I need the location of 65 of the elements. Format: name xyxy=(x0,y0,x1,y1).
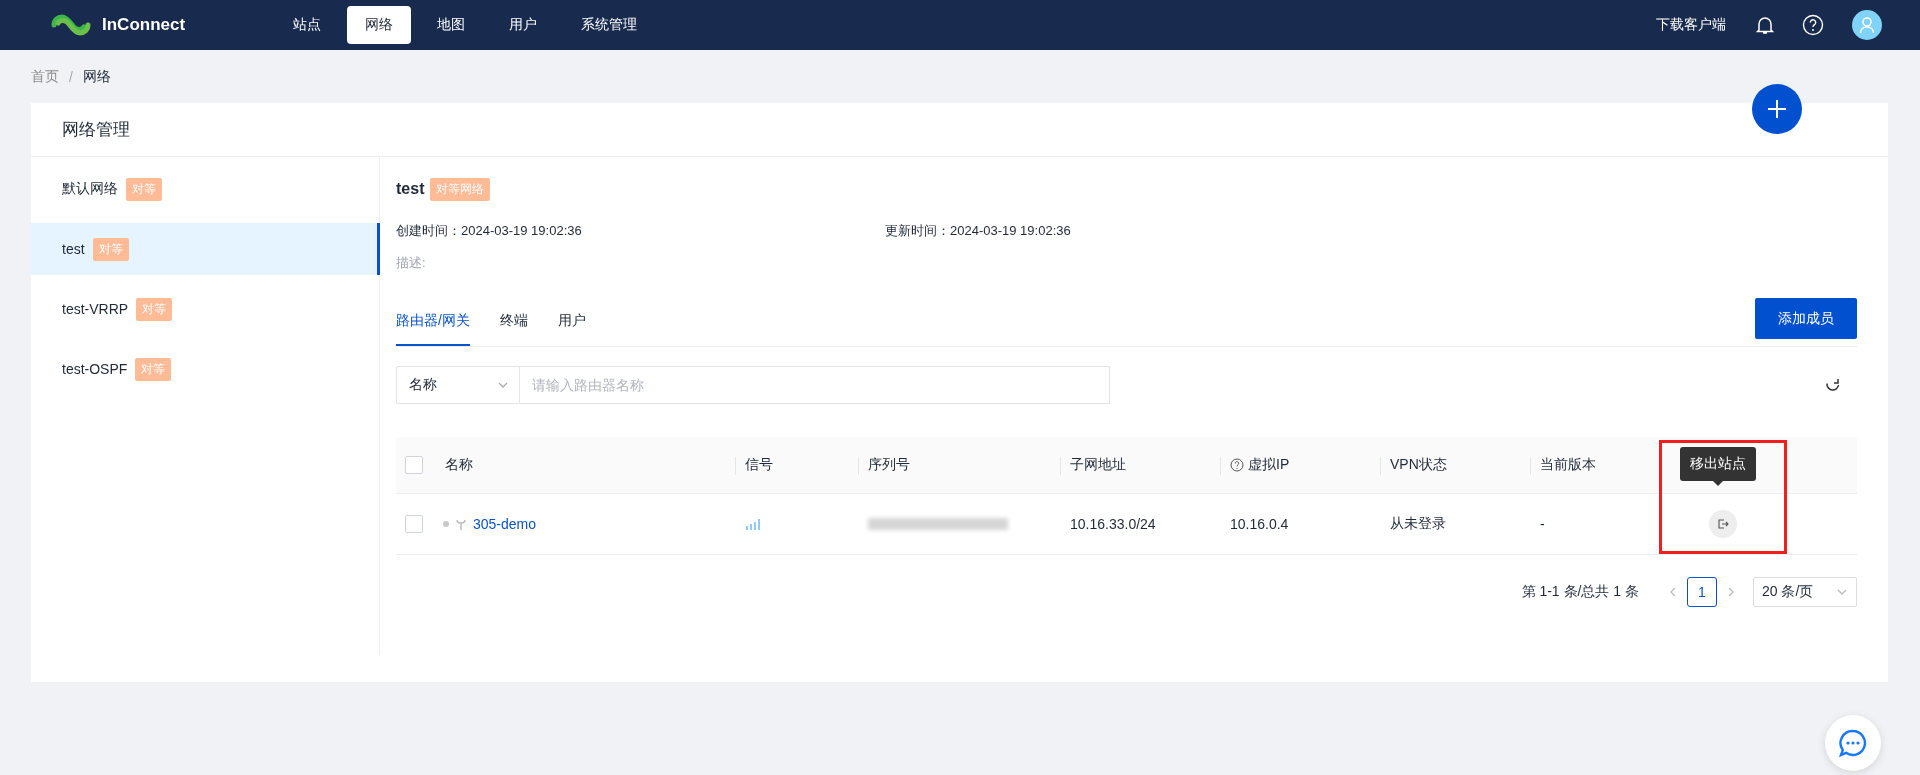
add-button[interactable] xyxy=(1752,84,1802,134)
nav-item[interactable]: 站点 xyxy=(275,6,339,44)
page-size-select[interactable]: 20 条/页 xyxy=(1753,577,1857,607)
updated-time: 更新时间：2024-03-19 19:02:36 xyxy=(885,222,1072,240)
column-header: 当前版本 xyxy=(1540,456,1596,474)
tab[interactable]: 终端 xyxy=(499,298,528,346)
select-all-checkbox[interactable] xyxy=(405,456,423,474)
breadcrumb-item: 网络 xyxy=(82,67,111,86)
nav-item[interactable]: 用户 xyxy=(491,6,555,44)
nav-item[interactable]: 地图 xyxy=(419,6,483,44)
avatar[interactable] xyxy=(1852,10,1882,40)
network-list-item[interactable]: test-OSPF 对等 xyxy=(31,343,380,395)
help-icon[interactable] xyxy=(1802,14,1824,36)
tab[interactable]: 用户 xyxy=(557,298,586,346)
pagination-summary: 第 1-1 条/总共 1 条 xyxy=(1521,583,1639,601)
page-button[interactable]: 1 xyxy=(1687,577,1717,607)
nav-item[interactable]: 系统管理 xyxy=(563,6,655,44)
chat-button[interactable] xyxy=(1825,715,1881,771)
search-field[interactable]: 请输入路由器名称 xyxy=(520,366,1110,404)
refresh-icon[interactable] xyxy=(1825,377,1841,393)
logo-text: InConnect xyxy=(102,15,186,35)
table-cell-text: 10.16.33.0/24 xyxy=(1069,516,1157,532)
type-tag: 对等 xyxy=(135,357,172,381)
type-tag: 对等 xyxy=(92,237,129,261)
signal-icon xyxy=(745,518,761,530)
status-dot-icon xyxy=(443,521,449,527)
table-cell-text: - xyxy=(1539,516,1546,532)
logo-icon xyxy=(50,14,92,36)
network-name: 默认网络 xyxy=(62,180,118,198)
column-header: 序列号 xyxy=(868,456,910,474)
type-tag: 对等 xyxy=(136,297,173,321)
search-field-select[interactable]: 名称 xyxy=(396,366,520,404)
antenna-icon xyxy=(455,518,467,530)
table-cell-text: 从未登录 xyxy=(1389,515,1447,533)
network-list-item[interactable]: 默认网络 对等 xyxy=(31,163,380,215)
column-header: 信号 xyxy=(745,456,773,474)
download-client-link[interactable]: 下载客户端 xyxy=(1656,16,1726,34)
plus-icon xyxy=(1766,98,1788,120)
chat-bubble-icon xyxy=(1838,728,1868,758)
column-header: 名称 xyxy=(445,456,473,474)
tooltip: 移出站点 xyxy=(1680,447,1756,486)
network-title: test xyxy=(396,180,425,198)
card-title: 网络管理 xyxy=(62,119,130,141)
column-header: 子网地址 xyxy=(1070,456,1126,474)
type-tag: 对等 xyxy=(126,177,162,201)
breadcrumb-separator: / xyxy=(69,68,73,85)
network-name: test-OSPF xyxy=(62,361,128,377)
device-name-link[interactable]: 305-demo xyxy=(473,516,537,532)
type-tag: 对等网络 xyxy=(430,177,491,201)
remove-site-button[interactable] xyxy=(1709,510,1737,538)
tab[interactable]: 路由器/网关 xyxy=(396,298,470,346)
row-checkbox[interactable] xyxy=(405,515,423,533)
description-label: 描述: xyxy=(396,254,426,272)
network-list-item[interactable]: test-VRRP 对等 xyxy=(31,283,380,335)
add-member-button[interactable]: 添加成员 xyxy=(1755,298,1857,339)
bell-icon[interactable] xyxy=(1756,15,1774,35)
exit-icon xyxy=(1717,518,1729,530)
network-list-item[interactable]: test 对等 xyxy=(31,223,380,275)
column-header: VPN状态 xyxy=(1390,456,1447,474)
nav-item[interactable]: 网络 xyxy=(347,6,411,44)
column-header: 虚拟IP xyxy=(1248,456,1290,474)
network-name: test-VRRP xyxy=(62,301,129,317)
created-time: 创建时间：2024-03-19 19:02:36 xyxy=(396,222,583,240)
table-cell-text: 10.16.0.4 xyxy=(1229,516,1290,532)
network-name: test xyxy=(62,241,85,257)
